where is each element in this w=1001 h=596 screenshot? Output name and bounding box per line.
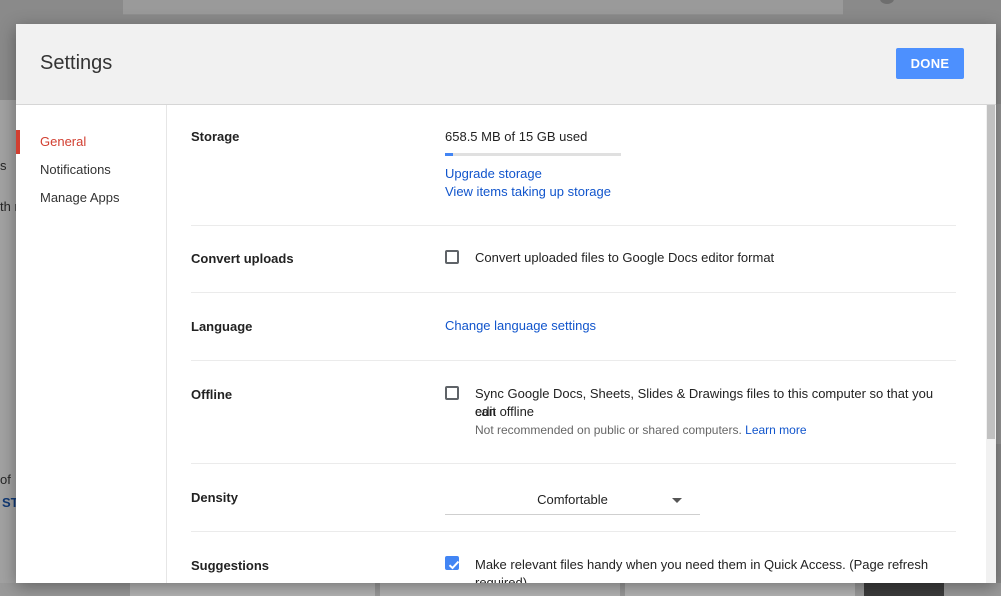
density-selected-value: Comfortable: [537, 492, 608, 507]
storage-label: Storage: [191, 129, 240, 144]
checkmark-icon: [448, 560, 460, 570]
dialog-header: Settings DONE: [16, 24, 996, 105]
offline-text-line2: edit offline: [475, 404, 535, 419]
background-right-panel: [996, 104, 1001, 444]
language-label: Language: [191, 319, 253, 334]
storage-usage-bar: [445, 153, 621, 156]
background-thumbnail: [380, 583, 620, 596]
convert-uploads-checkbox[interactable]: [445, 250, 459, 264]
suggestions-label: Suggestions: [191, 558, 270, 573]
background-left-panel: [0, 100, 16, 596]
background-top-bar: [123, 0, 843, 15]
nav-item-notifications[interactable]: Notifications: [16, 158, 166, 182]
scrollbar-thumb[interactable]: [987, 105, 995, 439]
convert-uploads-text: Convert uploaded files to Google Docs ed…: [475, 250, 775, 265]
offline-hint: Not recommended on public or shared comp…: [475, 423, 807, 437]
storage-usage-fill: [445, 153, 453, 156]
offline-checkbox[interactable]: [445, 386, 459, 400]
offline-label: Offline: [191, 387, 233, 402]
change-language-link[interactable]: Change language settings: [445, 318, 596, 333]
view-items-storage-link[interactable]: View items taking up storage: [445, 184, 611, 199]
nav-item-manage-apps[interactable]: Manage Apps: [16, 186, 166, 210]
caret-down-icon: [672, 498, 682, 503]
density-select[interactable]: Comfortable: [445, 486, 700, 515]
dialog-title: Settings: [40, 52, 113, 74]
background-thumbnail: [130, 583, 375, 596]
background-text-fragment: s: [0, 158, 7, 173]
suggestions-row: Suggestions Make relevant files handy wh…: [191, 532, 956, 583]
learn-more-link[interactable]: Learn more: [745, 423, 806, 437]
density-label: Density: [191, 490, 238, 505]
offline-text-line1: Sync Google Docs, Sheets, Slides & Drawi…: [475, 386, 934, 419]
settings-content: Storage 658.5 MB of 15 GB used Upgrade s…: [167, 105, 982, 583]
background-avatar: [880, 0, 894, 4]
storage-usage-text: 658.5 MB of 15 GB used: [445, 129, 588, 144]
offline-hint-text: Not recommended on public or shared comp…: [475, 423, 742, 437]
density-row: Density Comfortable: [191, 464, 956, 532]
content-scrollbar[interactable]: [986, 105, 996, 583]
background-thumbnail: [625, 583, 855, 596]
nav-item-general[interactable]: General: [16, 130, 166, 154]
settings-nav: General Notifications Manage Apps: [16, 105, 167, 583]
done-button[interactable]: DONE: [896, 48, 964, 79]
suggestions-checkbox[interactable]: [445, 556, 460, 570]
background-thumbnail: [864, 583, 944, 596]
offline-row: Offline Sync Google Docs, Sheets, Slides…: [191, 361, 956, 464]
language-row: Language Change language settings: [191, 293, 956, 361]
settings-dialog: Settings DONE General Notifications Mana…: [16, 24, 996, 583]
background-text-fragment: of: [0, 472, 11, 487]
suggestions-text-line1: Make relevant files handy when you need …: [475, 557, 929, 572]
convert-uploads-row: Convert uploads Convert uploaded files t…: [191, 226, 956, 293]
convert-uploads-label: Convert uploads: [191, 251, 294, 266]
storage-row: Storage 658.5 MB of 15 GB used Upgrade s…: [191, 105, 956, 226]
suggestions-text-line2: required): [475, 575, 528, 583]
upgrade-storage-link[interactable]: Upgrade storage: [445, 166, 542, 181]
